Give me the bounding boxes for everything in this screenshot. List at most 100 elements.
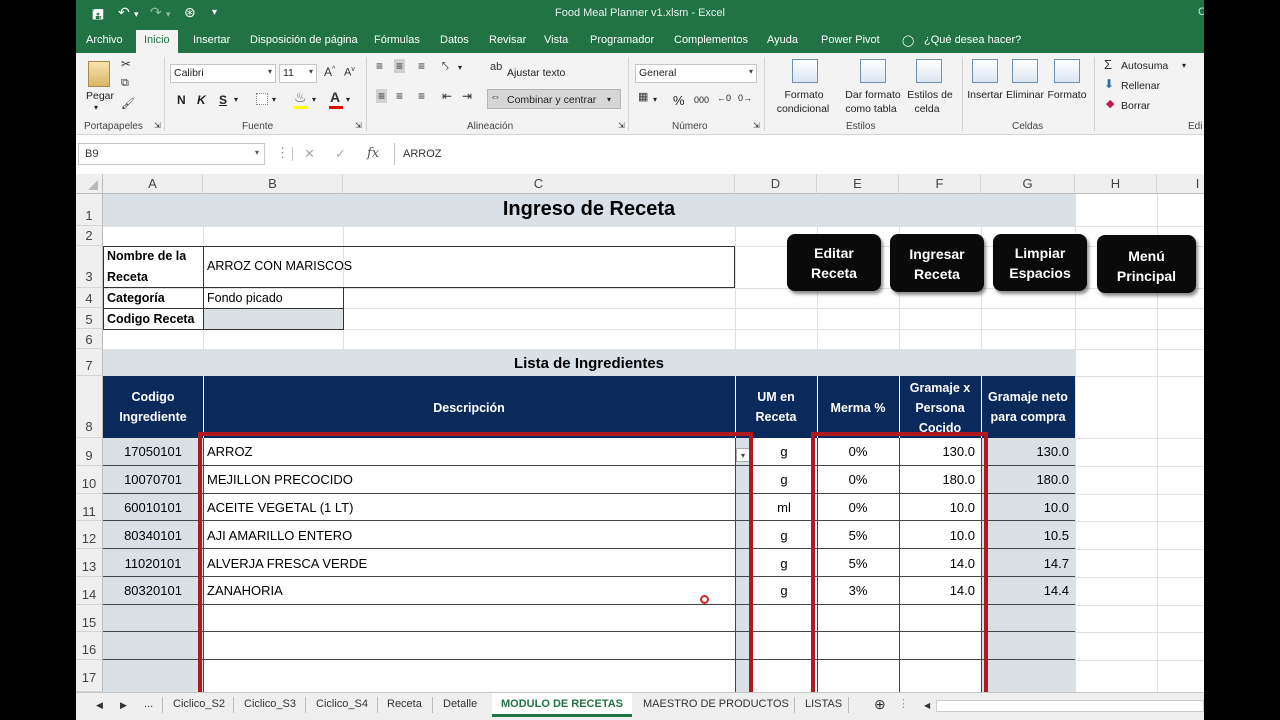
- decrease-indent-icon[interactable]: ⇤: [442, 89, 452, 103]
- tab-split-handle[interactable]: ⋮: [898, 697, 909, 710]
- font-launcher-icon[interactable]: ⇲: [355, 121, 362, 130]
- underline-button[interactable]: S: [219, 93, 227, 107]
- paste-icon[interactable]: [88, 61, 110, 87]
- cell-styles-line1[interactable]: Estilos de: [902, 89, 958, 102]
- ingredient-neto[interactable]: 14.4: [981, 583, 1069, 598]
- column-header-g[interactable]: G: [981, 174, 1075, 194]
- sheet-tab-ciclico-s3[interactable]: Ciclico_S3: [244, 698, 296, 710]
- column-header-h[interactable]: H: [1075, 174, 1157, 194]
- percent-button[interactable]: %: [673, 93, 685, 108]
- account-corner[interactable]: C: [1198, 6, 1204, 18]
- decrease-decimal-icon[interactable]: 0→: [738, 93, 752, 103]
- cancel-icon[interactable]: ✕: [304, 146, 315, 162]
- row-header-13[interactable]: 13: [76, 549, 103, 577]
- insert-cells-button[interactable]: Insertar: [962, 89, 1008, 102]
- horizontal-scrollbar[interactable]: [936, 700, 1204, 712]
- tab-power-pivot[interactable]: Power Pivot: [821, 34, 880, 46]
- limpiar-espacios-button[interactable]: Limpiar Espacios: [993, 234, 1087, 291]
- row-header-15[interactable]: 15: [76, 605, 103, 632]
- row-header-1[interactable]: 1: [76, 194, 103, 226]
- ingredient-code[interactable]: 80340101: [103, 528, 203, 543]
- fill-button[interactable]: Rellenar: [1121, 80, 1160, 92]
- column-header-b[interactable]: B: [203, 174, 343, 194]
- format-cells-button[interactable]: Formato: [1046, 89, 1088, 102]
- currency-icon[interactable]: ▦: [638, 90, 648, 103]
- align-middle-icon[interactable]: ≡: [394, 59, 406, 73]
- align-center-icon[interactable]: ≡: [396, 89, 403, 103]
- column-header-f[interactable]: F: [899, 174, 981, 194]
- name-box[interactable]: B9 ▾: [78, 143, 265, 165]
- align-right-icon[interactable]: ≡: [418, 89, 425, 103]
- insert-cells-icon[interactable]: [972, 59, 998, 83]
- ingredient-neto[interactable]: 130.0: [981, 444, 1069, 459]
- header-descripcion[interactable]: Descripción: [203, 398, 735, 418]
- italic-button[interactable]: K: [197, 93, 206, 107]
- enter-icon[interactable]: ✓: [335, 146, 346, 162]
- row-header-12[interactable]: 12: [76, 521, 103, 549]
- font-color-icon[interactable]: A: [330, 89, 340, 105]
- header-um[interactable]: UM en Receta: [735, 387, 817, 427]
- tell-me-search[interactable]: ¿Qué desea hacer?: [924, 34, 1021, 46]
- conditional-format-icon[interactable]: [792, 59, 818, 83]
- sheet-tab-more[interactable]: ...: [144, 698, 153, 710]
- ingredient-neto[interactable]: 14.7: [981, 556, 1069, 571]
- autosum-button[interactable]: Autosuma: [1121, 60, 1168, 72]
- ingredient-code[interactable]: 80320101: [103, 583, 203, 598]
- row-header-16[interactable]: 16: [76, 632, 103, 660]
- tab-revisar[interactable]: Revisar: [489, 34, 526, 46]
- editar-receta-button[interactable]: Editar Receta: [787, 234, 881, 291]
- menu-principal-button[interactable]: Menú Principal: [1097, 235, 1196, 293]
- ingredient-code[interactable]: 10070701: [103, 472, 203, 487]
- ingredient-neto[interactable]: 180.0: [981, 472, 1069, 487]
- add-sheet-icon[interactable]: ⊕: [874, 696, 886, 713]
- row-header-2[interactable]: 2: [76, 226, 103, 246]
- font-size-combo[interactable]: 11 ▾: [279, 64, 317, 83]
- shrink-font-icon[interactable]: Av: [344, 66, 355, 79]
- increase-indent-icon[interactable]: ⇥: [462, 89, 472, 103]
- delete-cells-icon[interactable]: [1012, 59, 1038, 83]
- number-launcher-icon[interactable]: ⇲: [753, 121, 760, 130]
- currency-dropdown-icon[interactable]: ▾: [653, 95, 657, 104]
- row-header-10[interactable]: 10: [76, 466, 103, 494]
- delete-cells-button[interactable]: Eliminar: [1004, 89, 1046, 102]
- ingredient-um[interactable]: g: [751, 583, 817, 598]
- bold-button[interactable]: N: [177, 93, 186, 107]
- thousands-button[interactable]: 000: [694, 95, 709, 105]
- sheet-tab-detalle[interactable]: Detalle: [443, 698, 477, 710]
- row-header-17[interactable]: 17: [76, 660, 103, 692]
- column-header-i[interactable]: I: [1157, 174, 1204, 194]
- ingredient-code[interactable]: 60010101: [103, 500, 203, 515]
- formula-input[interactable]: ARROZ: [394, 143, 1202, 165]
- tab-programador[interactable]: Programador: [590, 34, 654, 46]
- worksheet-grid[interactable]: A B C D E F G H I 1 2 3 4 5 6 7 8 9 10 1…: [76, 174, 1204, 692]
- conditional-format-line1[interactable]: Formato: [772, 89, 836, 102]
- list-title[interactable]: Lista de Ingredientes: [103, 355, 1075, 372]
- font-name-combo[interactable]: Calibri ▾: [170, 64, 276, 83]
- sheet-tab-receta[interactable]: Receta: [387, 698, 422, 710]
- tab-formulas[interactable]: Fórmulas: [374, 34, 420, 46]
- format-cells-icon[interactable]: [1054, 59, 1080, 83]
- header-codigo[interactable]: Codigo Ingrediente: [103, 387, 203, 427]
- row-header-5[interactable]: 5: [76, 308, 103, 329]
- format-as-table-icon[interactable]: [860, 59, 886, 83]
- wrap-text-button[interactable]: Ajustar texto: [507, 67, 565, 79]
- tab-datos[interactable]: Datos: [440, 34, 469, 46]
- tab-disposicion[interactable]: Disposición de página: [250, 34, 358, 46]
- ingredient-um[interactable]: g: [751, 472, 817, 487]
- tab-vista[interactable]: Vista: [544, 34, 568, 46]
- sheet-tab-ciclico-s4[interactable]: Ciclico_S4: [316, 698, 368, 710]
- underline-dropdown-icon[interactable]: ▾: [234, 95, 238, 104]
- ingredient-neto[interactable]: 10.0: [981, 500, 1069, 515]
- ingredient-code[interactable]: 17050101: [103, 444, 203, 459]
- sheet-tab-ciclico-s2[interactable]: Ciclico_S2: [173, 698, 225, 710]
- row-header-3[interactable]: 3: [76, 246, 103, 288]
- cell-styles-icon[interactable]: [916, 59, 942, 83]
- header-merma[interactable]: Merma %: [817, 398, 899, 418]
- row-header-6[interactable]: 6: [76, 329, 103, 349]
- sheet-title[interactable]: Ingreso de Receta: [103, 198, 1075, 221]
- align-top-icon[interactable]: ≡: [376, 59, 383, 73]
- hscroll-left-icon[interactable]: ◀: [924, 701, 930, 710]
- sheet-tab-maestro-productos[interactable]: MAESTRO DE PRODUCTOS: [643, 698, 789, 710]
- column-header-e[interactable]: E: [817, 174, 899, 194]
- copy-icon[interactable]: ⧉: [121, 77, 129, 90]
